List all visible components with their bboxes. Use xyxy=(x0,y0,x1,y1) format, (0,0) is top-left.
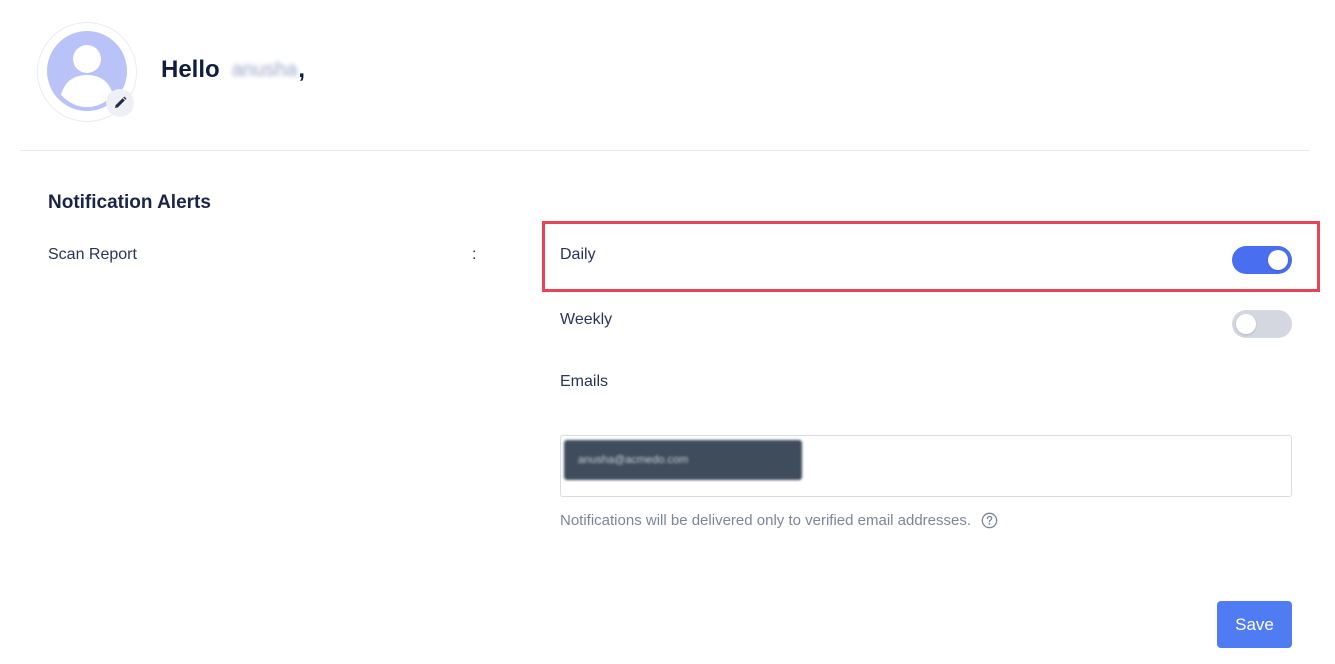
section-title: Notification Alerts xyxy=(48,192,211,213)
scan-report-label: Scan Report xyxy=(48,246,137,263)
greeting: Hello anusha , xyxy=(161,56,305,84)
user-name: anusha xyxy=(231,58,298,81)
header-divider xyxy=(20,150,1310,151)
label-colon: : xyxy=(472,246,477,263)
weekly-option-label: Weekly xyxy=(560,311,613,328)
profile-header: Hello anusha , xyxy=(0,0,1335,150)
greeting-punctuation: , xyxy=(298,56,305,83)
email-hint-text: Notifications will be delivered only to … xyxy=(560,512,972,529)
emails-label: Emails xyxy=(560,373,609,390)
weekly-toggle[interactable] xyxy=(1232,310,1292,338)
email-hint: Notifications will be delivered only to … xyxy=(560,512,998,529)
toggle-knob xyxy=(1268,250,1288,270)
emails-input[interactable]: anusha@acmedo.com xyxy=(560,435,1292,497)
pencil-icon xyxy=(115,96,127,108)
toggle-knob xyxy=(1236,314,1256,334)
question-circle-icon[interactable] xyxy=(981,512,998,529)
daily-highlight-box xyxy=(542,221,1320,292)
daily-option-label: Daily xyxy=(560,246,596,263)
avatar[interactable] xyxy=(38,23,136,121)
edit-avatar-button[interactable] xyxy=(106,89,134,117)
daily-toggle[interactable] xyxy=(1232,246,1292,274)
email-chip[interactable]: anusha@acmedo.com xyxy=(564,440,802,480)
greeting-text: Hello xyxy=(161,56,220,83)
profile-settings-page: Hello anusha , Notification Alerts Scan … xyxy=(0,0,1335,664)
save-button[interactable]: Save xyxy=(1217,601,1292,648)
